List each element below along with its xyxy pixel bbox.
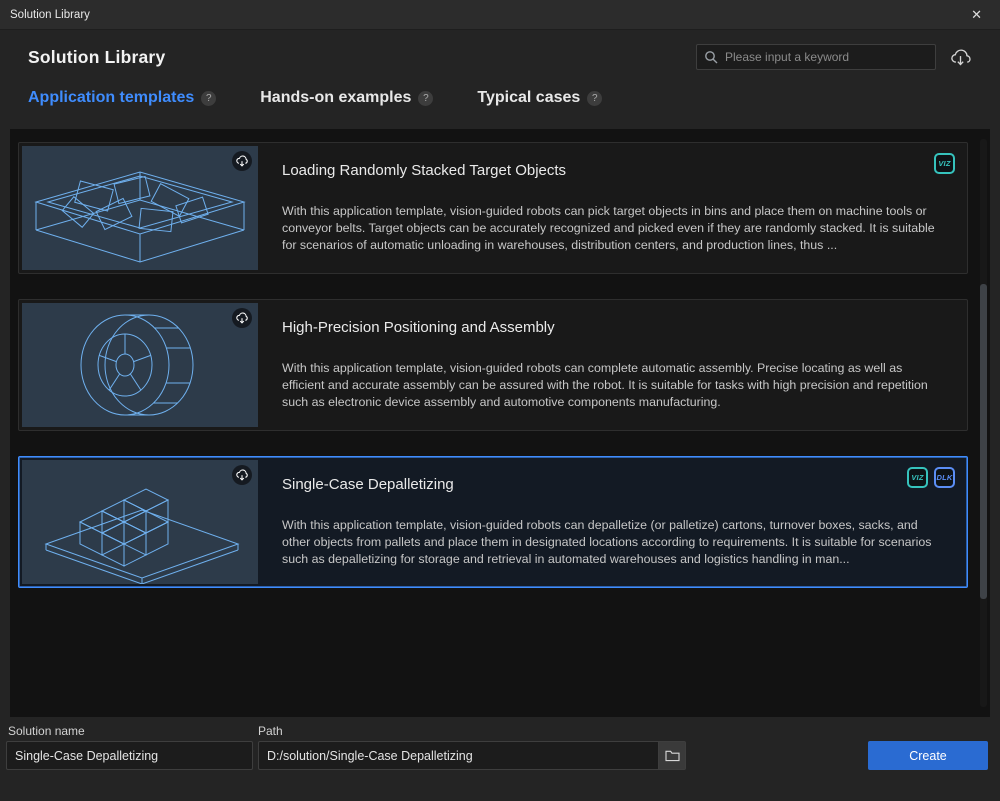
- header: Solution Library: [0, 30, 1000, 72]
- mech-viz-badge: VIZ: [907, 467, 928, 488]
- cloud-download-badge-icon: [232, 151, 252, 171]
- card-title: Single-Case Depalletizing: [282, 475, 948, 495]
- tab-application-templates[interactable]: Application templates ?: [28, 89, 216, 107]
- template-card-loading-randomly-stacked[interactable]: Loading Randomly Stacked Target Objects …: [18, 142, 968, 274]
- path-field: [258, 741, 686, 770]
- page-title: Solution Library: [28, 47, 165, 68]
- close-icon[interactable]: ✕: [963, 5, 990, 25]
- tab-hands-on-examples[interactable]: Hands-on examples ?: [260, 89, 433, 107]
- template-list: Loading Randomly Stacked Target Objects …: [10, 129, 990, 717]
- card-thumbnail: [22, 460, 258, 584]
- search-input[interactable]: [696, 44, 936, 70]
- bin-wireframe-illustration: [22, 146, 258, 270]
- card-thumbnail: [22, 146, 258, 270]
- create-button[interactable]: Create: [868, 741, 988, 770]
- card-thumbnail: [22, 303, 258, 427]
- search-icon: [704, 50, 718, 64]
- scrollbar-track[interactable]: [980, 139, 987, 707]
- footer: Solution name Path Create: [0, 721, 1000, 801]
- path-label: Path: [258, 724, 283, 738]
- card-title: Loading Randomly Stacked Target Objects: [282, 161, 948, 181]
- mech-viz-badge: VIZ: [934, 153, 955, 174]
- card-description: With this application template, vision-g…: [282, 203, 948, 253]
- folder-icon: [665, 749, 680, 762]
- cloud-download-icon[interactable]: [949, 46, 972, 69]
- card-badges: VIZ DLK: [907, 467, 955, 488]
- scrollbar-thumb[interactable]: [980, 284, 987, 599]
- header-actions: [696, 44, 972, 70]
- browse-folder-button[interactable]: [658, 741, 686, 770]
- card-badges: VIZ: [934, 153, 955, 174]
- tab-label: Hands-on examples: [260, 89, 411, 107]
- tab-label: Typical cases: [477, 89, 580, 107]
- tab-label: Application templates: [28, 89, 194, 107]
- help-icon[interactable]: ?: [587, 91, 602, 106]
- help-icon[interactable]: ?: [201, 91, 216, 106]
- search-box: [696, 44, 936, 70]
- titlebar: Solution Library ✕: [0, 0, 1000, 30]
- solution-library-dialog: Solution Library ✕ Solution Library: [0, 0, 1000, 717]
- path-input[interactable]: [258, 741, 658, 770]
- card-title: High-Precision Positioning and Assembly: [282, 318, 948, 338]
- solution-name-input[interactable]: [6, 741, 253, 770]
- template-card-high-precision-assembly[interactable]: High-Precision Positioning and Assembly …: [18, 299, 968, 431]
- window-title: Solution Library: [10, 9, 90, 21]
- tab-bar: Application templates ? Hands-on example…: [0, 72, 1000, 119]
- mech-dlk-badge: DLK: [934, 467, 955, 488]
- card-description: With this application template, vision-g…: [282, 517, 948, 567]
- cloud-download-badge-icon: [232, 308, 252, 328]
- solution-name-label: Solution name: [8, 724, 85, 738]
- tire-wireframe-illustration: [22, 303, 258, 427]
- cloud-download-badge-icon: [232, 465, 252, 485]
- card-body: High-Precision Positioning and Assembly …: [258, 303, 964, 427]
- pallet-wireframe-illustration: [22, 460, 258, 584]
- template-card-single-case-depalletizing[interactable]: Single-Case Depalletizing With this appl…: [18, 456, 968, 588]
- help-icon[interactable]: ?: [418, 91, 433, 106]
- card-body: Loading Randomly Stacked Target Objects …: [258, 146, 964, 270]
- tab-typical-cases[interactable]: Typical cases ?: [477, 89, 602, 107]
- card-description: With this application template, vision-g…: [282, 360, 948, 410]
- card-body: Single-Case Depalletizing With this appl…: [258, 460, 964, 584]
